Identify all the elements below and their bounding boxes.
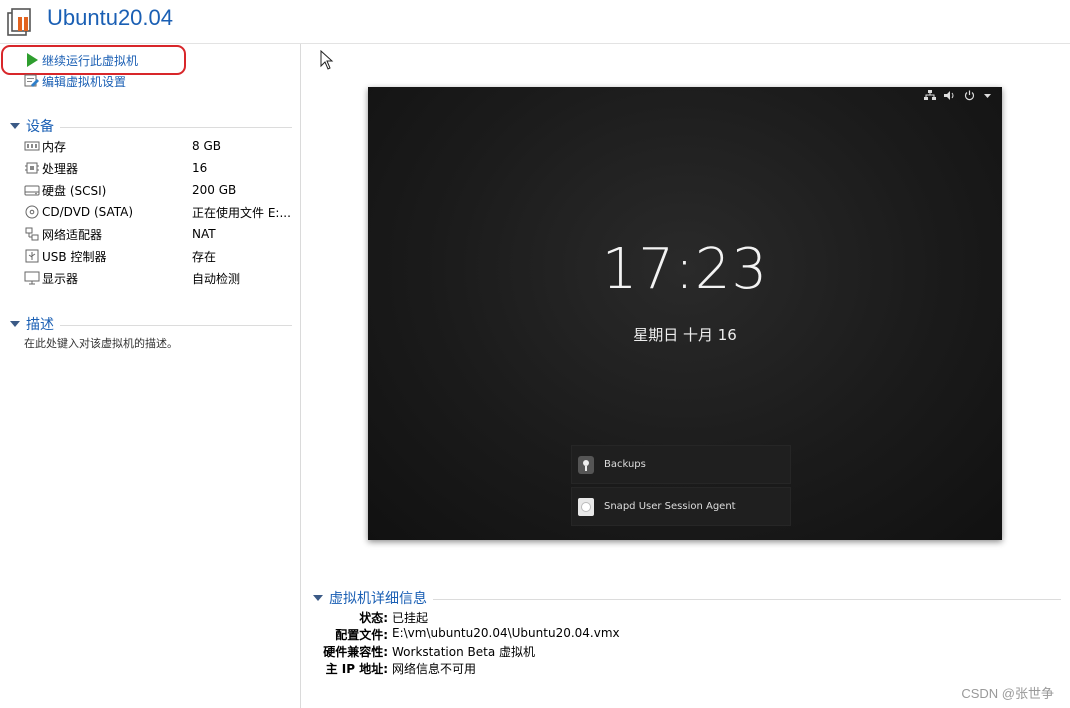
notification-label: Snapd User Session Agent bbox=[604, 501, 736, 512]
mouse-cursor-icon bbox=[320, 50, 334, 70]
lock-screen-clock: 17:23 bbox=[601, 237, 769, 302]
device-name: USB 控制器 bbox=[42, 249, 107, 264]
device-value: NAT bbox=[192, 227, 216, 241]
detail-value: 网络信息不可用 bbox=[392, 662, 477, 676]
vm-console-screen[interactable]: 17:23 星期日 十月 16 Backups Snapd User Sessi… bbox=[368, 87, 1002, 540]
device-row-memory[interactable]: 内存 8 GB bbox=[24, 136, 294, 156]
device-name: 处理器 bbox=[42, 161, 79, 176]
network-adapter-icon bbox=[25, 227, 39, 241]
cpu-icon bbox=[25, 162, 39, 174]
system-tray bbox=[924, 90, 992, 101]
detail-value: E:\vm\ubuntu20.04\Ubuntu20.04.vmx bbox=[392, 626, 620, 640]
detail-label: 主 IP 地址: bbox=[325, 662, 388, 676]
lock-screen-date: 星期日 十月 16 bbox=[633, 326, 737, 344]
detail-label: 配置文件: bbox=[335, 628, 388, 642]
vm-details-section-header[interactable]: 虚拟机详细信息 bbox=[313, 588, 1061, 608]
volume-icon bbox=[944, 91, 954, 100]
resume-vm-label: 继续运行此虚拟机 bbox=[42, 53, 139, 68]
memory-icon bbox=[24, 141, 40, 151]
divider bbox=[60, 325, 292, 326]
device-name: 内存 bbox=[42, 139, 67, 154]
display-icon bbox=[24, 271, 40, 285]
notification-label: Backups bbox=[604, 459, 646, 470]
device-name: CD/DVD (SATA) bbox=[42, 205, 134, 219]
network-icon bbox=[924, 90, 936, 100]
divider bbox=[433, 599, 1061, 600]
snapd-icon bbox=[578, 497, 594, 516]
usb-icon bbox=[25, 249, 39, 263]
notification-snapd[interactable]: Snapd User Session Agent bbox=[571, 487, 791, 526]
collapse-triangle-icon bbox=[313, 595, 323, 601]
vm-icon bbox=[7, 8, 31, 36]
harddisk-icon bbox=[24, 185, 40, 196]
power-icon bbox=[964, 90, 975, 101]
device-row-network[interactable]: 网络适配器 NAT bbox=[24, 224, 294, 244]
resume-vm-button[interactable]: 继续运行此虚拟机 bbox=[24, 51, 138, 69]
cd-dvd-icon bbox=[25, 205, 39, 219]
device-value: 自动检测 bbox=[192, 271, 241, 286]
vm-name-title: Ubuntu20.04 bbox=[47, 5, 173, 30]
description-input[interactable]: 在此处键入对该虚拟机的描述。 bbox=[24, 335, 178, 351]
left-pane: 继续运行此虚拟机 编辑虚拟机设置 设备 内存 8 GB 处理器 16 硬盘 (S… bbox=[0, 44, 301, 708]
devices-heading: 设备 bbox=[26, 119, 54, 135]
detail-value: 已挂起 bbox=[392, 611, 429, 625]
dropdown-icon bbox=[984, 94, 991, 98]
divider bbox=[60, 127, 292, 128]
device-row-display[interactable]: 显示器 自动检测 bbox=[24, 268, 294, 288]
detail-label: 硬件兼容性: bbox=[323, 645, 388, 659]
device-row-processor[interactable]: 处理器 16 bbox=[24, 158, 294, 178]
device-row-usb[interactable]: USB 控制器 存在 bbox=[24, 246, 294, 266]
device-name: 显示器 bbox=[42, 271, 79, 286]
device-value: 200 GB bbox=[192, 183, 237, 197]
device-name: 硬盘 (SCSI) bbox=[42, 183, 107, 198]
device-value: 存在 bbox=[192, 249, 217, 264]
device-value: 正在使用文件 E:... bbox=[192, 205, 291, 220]
edit-vm-settings-label: 编辑虚拟机设置 bbox=[42, 74, 127, 89]
watermark: CSDN @张世争 bbox=[961, 686, 1054, 701]
detail-value: Workstation Beta 虚拟机 bbox=[392, 645, 535, 659]
device-name: 网络适配器 bbox=[42, 227, 103, 242]
title-bar: Ubuntu20.04 bbox=[0, 0, 1070, 44]
collapse-triangle-icon bbox=[10, 123, 20, 129]
description-section-header[interactable]: 描述 bbox=[10, 314, 292, 334]
device-value: 8 GB bbox=[192, 139, 221, 153]
device-row-harddisk[interactable]: 硬盘 (SCSI) 200 GB bbox=[24, 180, 294, 200]
collapse-triangle-icon bbox=[10, 321, 20, 327]
detail-row-config-file: 配置文件: E:\vm\ubuntu20.04\Ubuntu20.04.vmx bbox=[300, 626, 800, 643]
detail-row-ip-address: 主 IP 地址: 网络信息不可用 bbox=[300, 660, 800, 677]
device-row-cddvd[interactable]: CD/DVD (SATA) 正在使用文件 E:... bbox=[24, 202, 294, 222]
vm-details-heading: 虚拟机详细信息 bbox=[329, 591, 427, 607]
play-icon bbox=[27, 53, 38, 67]
device-value: 16 bbox=[192, 161, 208, 175]
description-heading: 描述 bbox=[26, 317, 54, 333]
edit-settings-icon bbox=[24, 74, 39, 87]
edit-vm-settings-button[interactable]: 编辑虚拟机设置 bbox=[24, 72, 126, 90]
backups-icon bbox=[578, 455, 594, 474]
devices-section-header[interactable]: 设备 bbox=[10, 116, 292, 136]
detail-label: 状态: bbox=[359, 611, 388, 625]
detail-row-compatibility: 硬件兼容性: Workstation Beta 虚拟机 bbox=[300, 643, 800, 660]
detail-row-status: 状态: 已挂起 bbox=[300, 609, 800, 626]
notification-backups[interactable]: Backups bbox=[571, 445, 791, 484]
